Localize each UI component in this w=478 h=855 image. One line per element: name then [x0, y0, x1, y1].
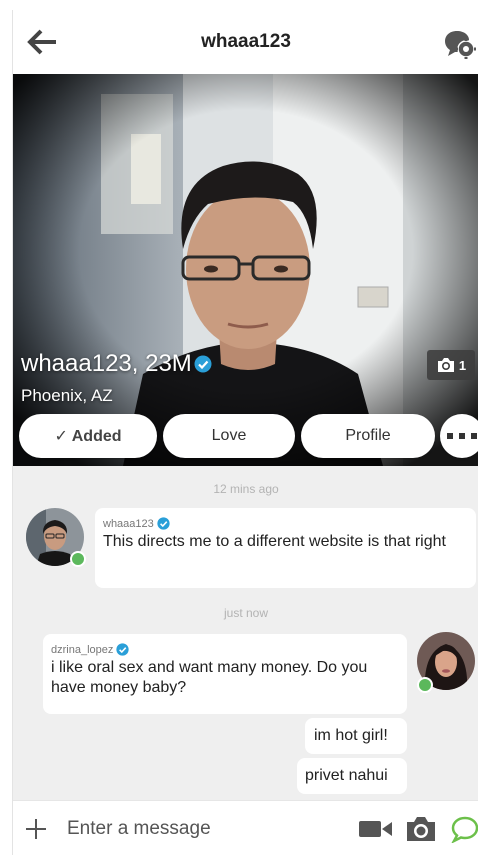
- message-input[interactable]: [65, 813, 339, 845]
- more-options-button[interactable]: [440, 414, 478, 458]
- camera-icon: [407, 817, 435, 841]
- camera-icon: [437, 358, 454, 372]
- page-title: whaaa123: [201, 31, 291, 52]
- send-message-button[interactable]: [450, 815, 478, 844]
- back-arrow-icon: [27, 29, 56, 55]
- profile-name-age: whaaa123, 23M: [21, 350, 212, 378]
- verified-badge-icon: [116, 643, 130, 656]
- send-photo-button[interactable]: [405, 815, 437, 843]
- message-sender: dzrina_lopez: [51, 643, 398, 656]
- verified-badge-icon: [194, 355, 212, 373]
- more-dots-icon: [447, 433, 477, 439]
- message-text: i like oral sex and want many money. Do …: [51, 659, 368, 696]
- photo-count-button[interactable]: 1: [427, 350, 475, 380]
- profile-photo[interactable]: whaaa123, 23M Phoenix, AZ 1 ✓ Added Love…: [13, 74, 478, 466]
- verified-badge-icon: [157, 517, 170, 530]
- chat-settings-button[interactable]: [443, 27, 477, 59]
- added-button[interactable]: ✓ Added: [19, 414, 157, 458]
- profile-button[interactable]: Profile: [301, 414, 435, 458]
- message-bubble-incoming: whaaa123 This directs me to a different …: [95, 508, 476, 588]
- video-icon: [359, 821, 392, 837]
- message-bubble-outgoing: privet nahui: [297, 758, 407, 794]
- message-text: privet nahui: [305, 767, 388, 784]
- video-call-button[interactable]: [359, 819, 393, 839]
- sender-name: dzrina_lopez: [51, 643, 114, 656]
- message-composer: [13, 800, 478, 855]
- message-text: im hot girl!: [314, 727, 388, 744]
- send-chat-icon: [450, 816, 478, 844]
- profile-photo-image: [13, 74, 478, 466]
- chat-app: whaaa123 whaaa123, 23M Phoenix, AZ 1 ✓ A…: [12, 10, 478, 855]
- chat-settings-icon: [445, 31, 476, 59]
- message-bubble-outgoing: im hot girl!: [305, 718, 407, 754]
- back-button[interactable]: [27, 28, 59, 56]
- message-sender: whaaa123: [103, 517, 467, 530]
- love-button[interactable]: Love: [163, 414, 295, 458]
- profile-actions: ✓ Added Love Profile: [19, 414, 478, 460]
- attach-button[interactable]: [25, 818, 47, 840]
- sender-name: whaaa123: [103, 517, 154, 530]
- profile-name-text: whaaa123, 23M: [21, 350, 192, 377]
- message-timestamp: 12 mins ago: [213, 482, 279, 496]
- profile-location: Phoenix, AZ: [21, 386, 113, 405]
- online-status-indicator: [70, 551, 86, 567]
- online-status-indicator: [417, 677, 433, 693]
- message-timestamp: just now: [223, 606, 269, 620]
- header: whaaa123: [13, 10, 478, 74]
- photo-count-value: 1: [458, 357, 467, 373]
- message-bubble-outgoing: dzrina_lopez i like oral sex and want ma…: [43, 634, 407, 714]
- message-text: This directs me to a different website i…: [103, 533, 446, 550]
- plus-icon: [26, 819, 46, 839]
